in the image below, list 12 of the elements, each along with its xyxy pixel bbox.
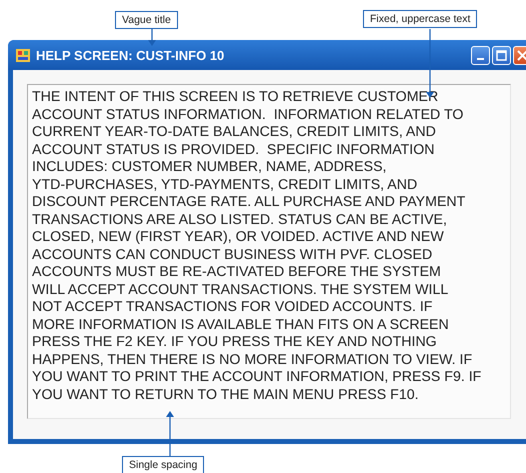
close-icon (517, 50, 526, 60)
callout-label: Single spacing (122, 456, 204, 473)
app-icon (16, 48, 30, 62)
callout-arrow (148, 29, 156, 46)
minimize-button[interactable] (471, 46, 490, 64)
callout-label: Fixed, uppercase text (363, 10, 478, 28)
window-title: HELP SCREEN: CUST-INFO 10 (36, 48, 224, 62)
help-text-area[interactable]: THE INTENT OF THIS SCREEN IS TO RETRIEVE CUSTOMER ACCOUNT STATUS INFORMATION. INFORMATION RELATED TO CURRENT YEAR-TO-DATE BALANCES, CREDIT LIMITS, AND ACCOUNT STATUS IS PROVIDED. SPECIFIC INFORMATION INCLUDES: CUSTOMER NUMBER, NAME, ADDRESS, YTD-PURCHASES, YTD-PAYMENTS, CREDIT LIMITS, AND DISCOUNT PERCENTAGE RATE. ALL PURCHASE AND PAYMENT TRANSACTIONS ARE ALSO LISTED. STATUS CAN BE ACTIVE, CLOSED, NEW (FIRST YEAR), OR VOIDED. ACTIVE AND NEW ACCOUNTS CAN CONDUCT BUSINESS WITH PVF. CLOSED ACCOUNTS MUST BE RE-ACTIVATED BEFORE THE SYSTEM WILL ACCEPT ACCOUNT TRANSACTIONS. THE SYSTEM WILL NOT ACCEPT TRANSACTIONS FOR VOIDED ACCOUNTS. IF MORE INFORMATION IS AVAILABLE THAN FITS ON A SCREEN PRESS THE F2 KEY. IF YOU PRESS THE KEY AND NOTHING HAPPENS, THEN THERE IS NO MORE INFORMATION TO VIEW. IF YOU WANT TO PRINT THE ACCOUNT INFORMATION, PRESS F9. IF YOU WANT TO RETURN TO THE MAIN MENU PRESS F10. (27, 84, 511, 419)
maximize-icon (496, 50, 507, 60)
minimize-icon (477, 58, 484, 60)
maximize-button[interactable] (492, 46, 511, 64)
callout-label: Vague title (115, 11, 178, 29)
